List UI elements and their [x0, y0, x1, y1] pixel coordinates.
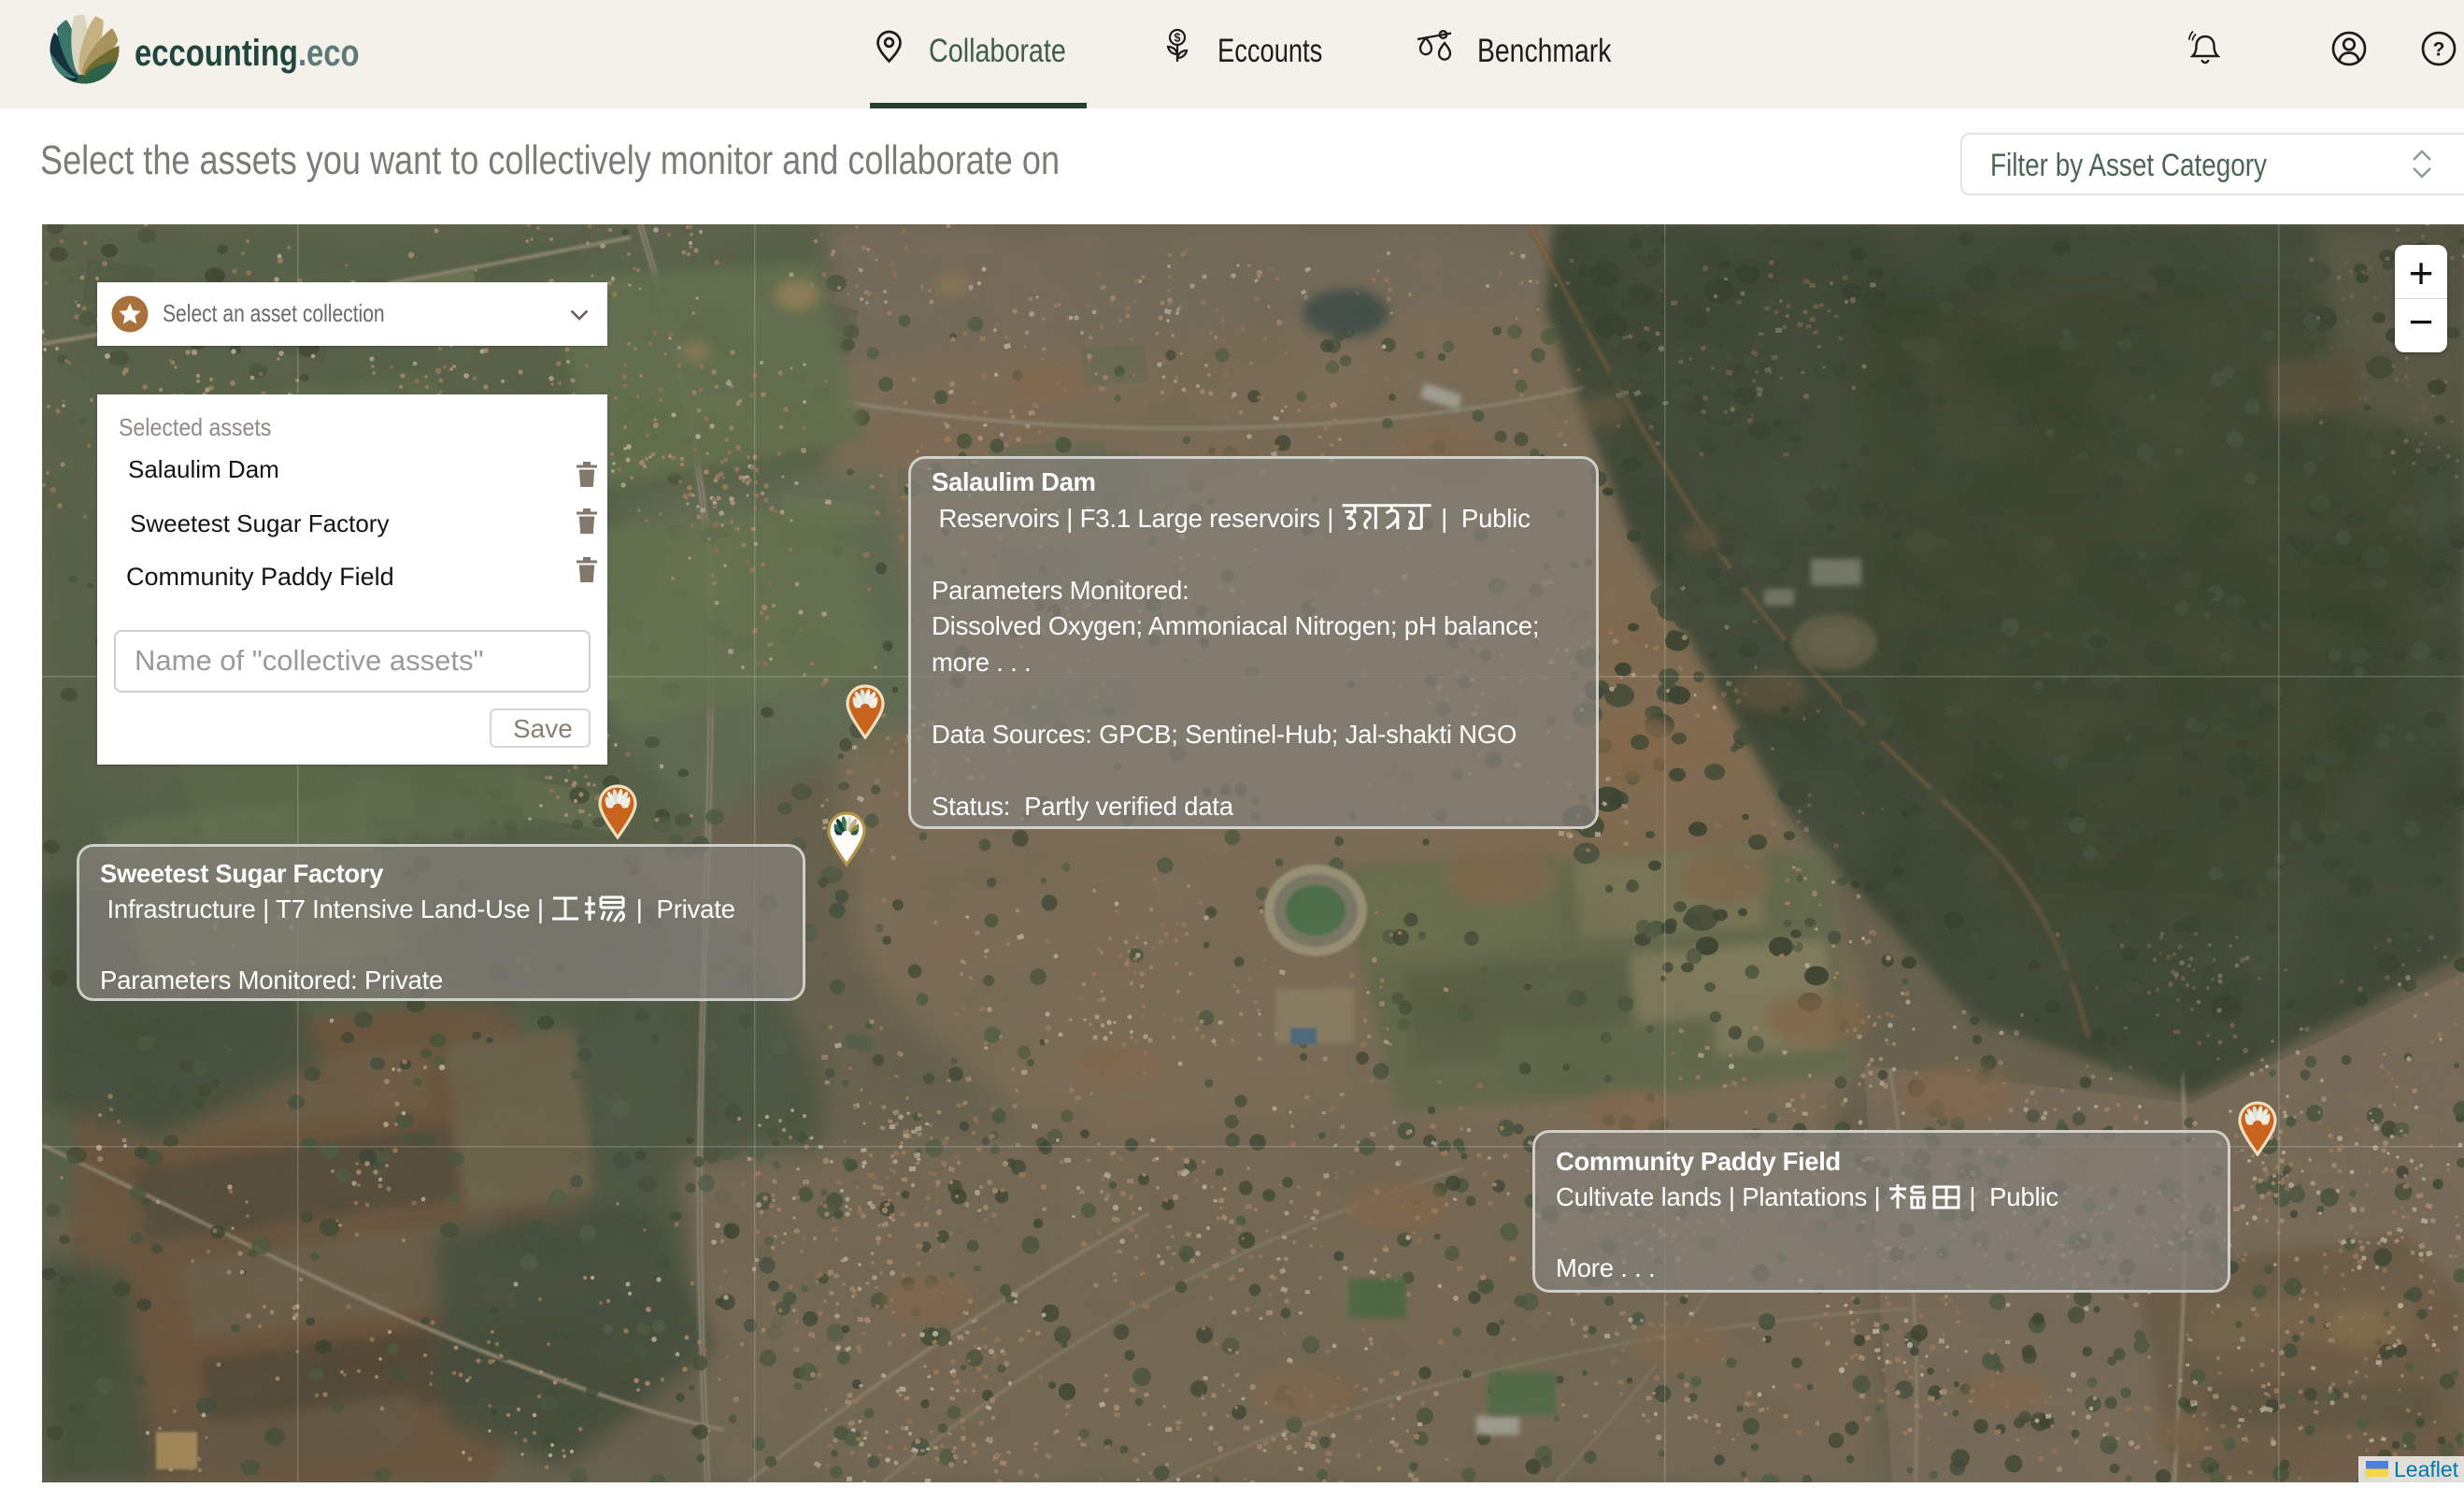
svg-text:?: ?	[2433, 39, 2445, 61]
svg-text:$: $	[1175, 32, 1181, 45]
